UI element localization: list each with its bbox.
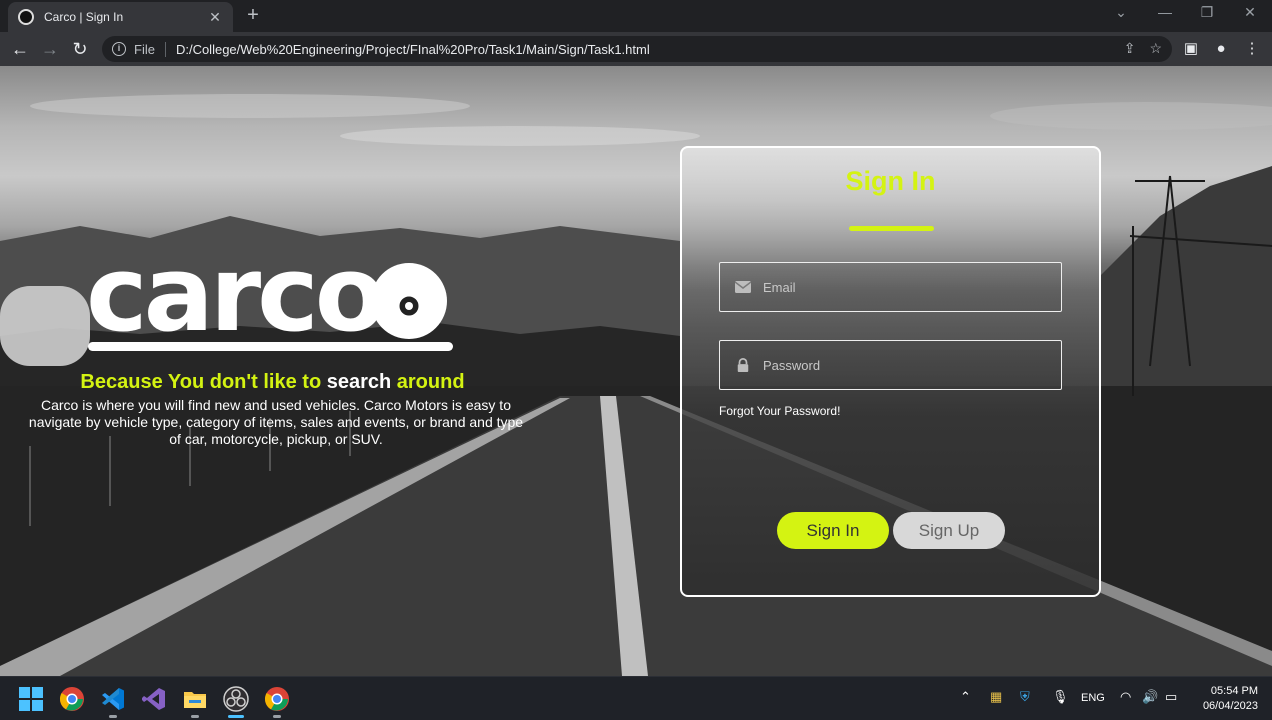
tray-chevron-up-icon[interactable]: ⌃ [960, 689, 971, 705]
chrome-icon-2[interactable] [264, 686, 290, 712]
url-text[interactable]: D:/College/Web%20Engineering/Project/FIn… [176, 42, 650, 57]
microphone-icon[interactable]: 🎙 [1052, 689, 1069, 705]
taskbar-clock[interactable]: 05:54 PM 06/04/2023 [1203, 684, 1258, 714]
browser-tab[interactable]: Carco | Sign In ✕ [8, 2, 233, 32]
address-bar[interactable]: i File D:/College/Web%20Engineering/Proj… [102, 36, 1172, 62]
tagline-part3: around [391, 371, 465, 393]
tray-security-shield-icon[interactable]: ⛨ [1020, 689, 1030, 705]
tab-title: Carco | Sign In [44, 10, 124, 24]
email-field[interactable]: Email [719, 262, 1062, 312]
signup-button[interactable]: Sign Up [893, 512, 1005, 549]
restore-button[interactable]: ❐ [1197, 4, 1217, 21]
windows-start-icon[interactable] [18, 686, 44, 712]
omnibox-scheme: File [134, 41, 166, 57]
lock-icon [737, 358, 749, 372]
tray-app-icon[interactable]: ▦ [990, 689, 1002, 705]
password-field[interactable]: Password [719, 340, 1062, 390]
reload-icon[interactable]: ↻ [69, 38, 91, 60]
chrome-active-indicator [273, 715, 281, 718]
clock-time: 05:54 PM [1210, 685, 1258, 697]
description-text: Carco is where you will find new and use… [28, 397, 524, 447]
wifi-icon[interactable]: ◠ [1120, 689, 1131, 705]
language-indicator[interactable]: ENG [1081, 692, 1105, 704]
menu-kebab-icon[interactable]: ⋮ [1241, 38, 1263, 60]
tab-bar: Carco | Sign In ✕ + ⌄ — ❐ ✕ [0, 0, 1272, 32]
envelope-icon [735, 281, 751, 293]
chrome-icon[interactable] [59, 686, 85, 712]
tagline-part1: Because You don't like to [80, 371, 327, 393]
profile-icon[interactable]: ● [1210, 38, 1232, 60]
windows-taskbar: ⌃ ▦ ⛨ 🎙 ENG ◠ 🔊 ▭ 05:54 PM 06/04/2023 [0, 676, 1272, 720]
volume-icon[interactable]: 🔊 [1142, 689, 1158, 705]
obs-active-indicator [228, 715, 244, 718]
file-explorer-icon[interactable] [182, 686, 208, 712]
signin-button[interactable]: Sign In [777, 512, 889, 549]
tab-favicon-icon [18, 9, 34, 25]
vscode-icon[interactable] [100, 686, 126, 712]
title-underline [849, 226, 934, 231]
minimize-button[interactable]: — [1155, 4, 1175, 20]
bookmark-star-icon[interactable]: ☆ [1149, 40, 1162, 57]
tagline: Because You don't like to search around [0, 371, 545, 394]
clock-date: 06/04/2023 [1202, 700, 1258, 712]
car-wheel-logo-icon [371, 263, 447, 339]
vscode-active-indicator [109, 715, 117, 718]
side-panel-icon[interactable]: ▣ [1180, 38, 1202, 60]
close-window-button[interactable]: ✕ [1240, 4, 1260, 21]
password-placeholder: Password [763, 357, 821, 373]
forward-icon[interactable]: → [39, 38, 61, 60]
battery-icon[interactable]: ▭ [1165, 689, 1177, 705]
explorer-active-indicator [191, 715, 199, 718]
browser-toolbar: ← → ↻ i File D:/College/Web%20Engineerin… [0, 32, 1272, 66]
tagline-part2: search [326, 371, 392, 393]
visual-studio-icon[interactable] [141, 686, 167, 712]
forgot-password-link[interactable]: Forgot Your Password! [719, 404, 840, 418]
share-icon[interactable]: ⇪ [1124, 40, 1136, 57]
new-tab-button[interactable]: + [243, 5, 263, 25]
logo-underline-bar [88, 342, 453, 351]
signin-card: Sign In Email Password Forgot Your Passw… [680, 146, 1101, 597]
back-icon[interactable]: ← [9, 38, 31, 60]
close-tab-icon[interactable]: ✕ [207, 9, 223, 26]
info-icon[interactable]: i [112, 42, 126, 56]
tab-search-icon[interactable]: ⌄ [1111, 4, 1131, 21]
email-placeholder: Email [763, 279, 796, 295]
signin-title: Sign In [845, 166, 936, 196]
obs-icon[interactable] [223, 686, 249, 712]
page-viewport: carco Because You don't like to search a… [0, 66, 1272, 676]
